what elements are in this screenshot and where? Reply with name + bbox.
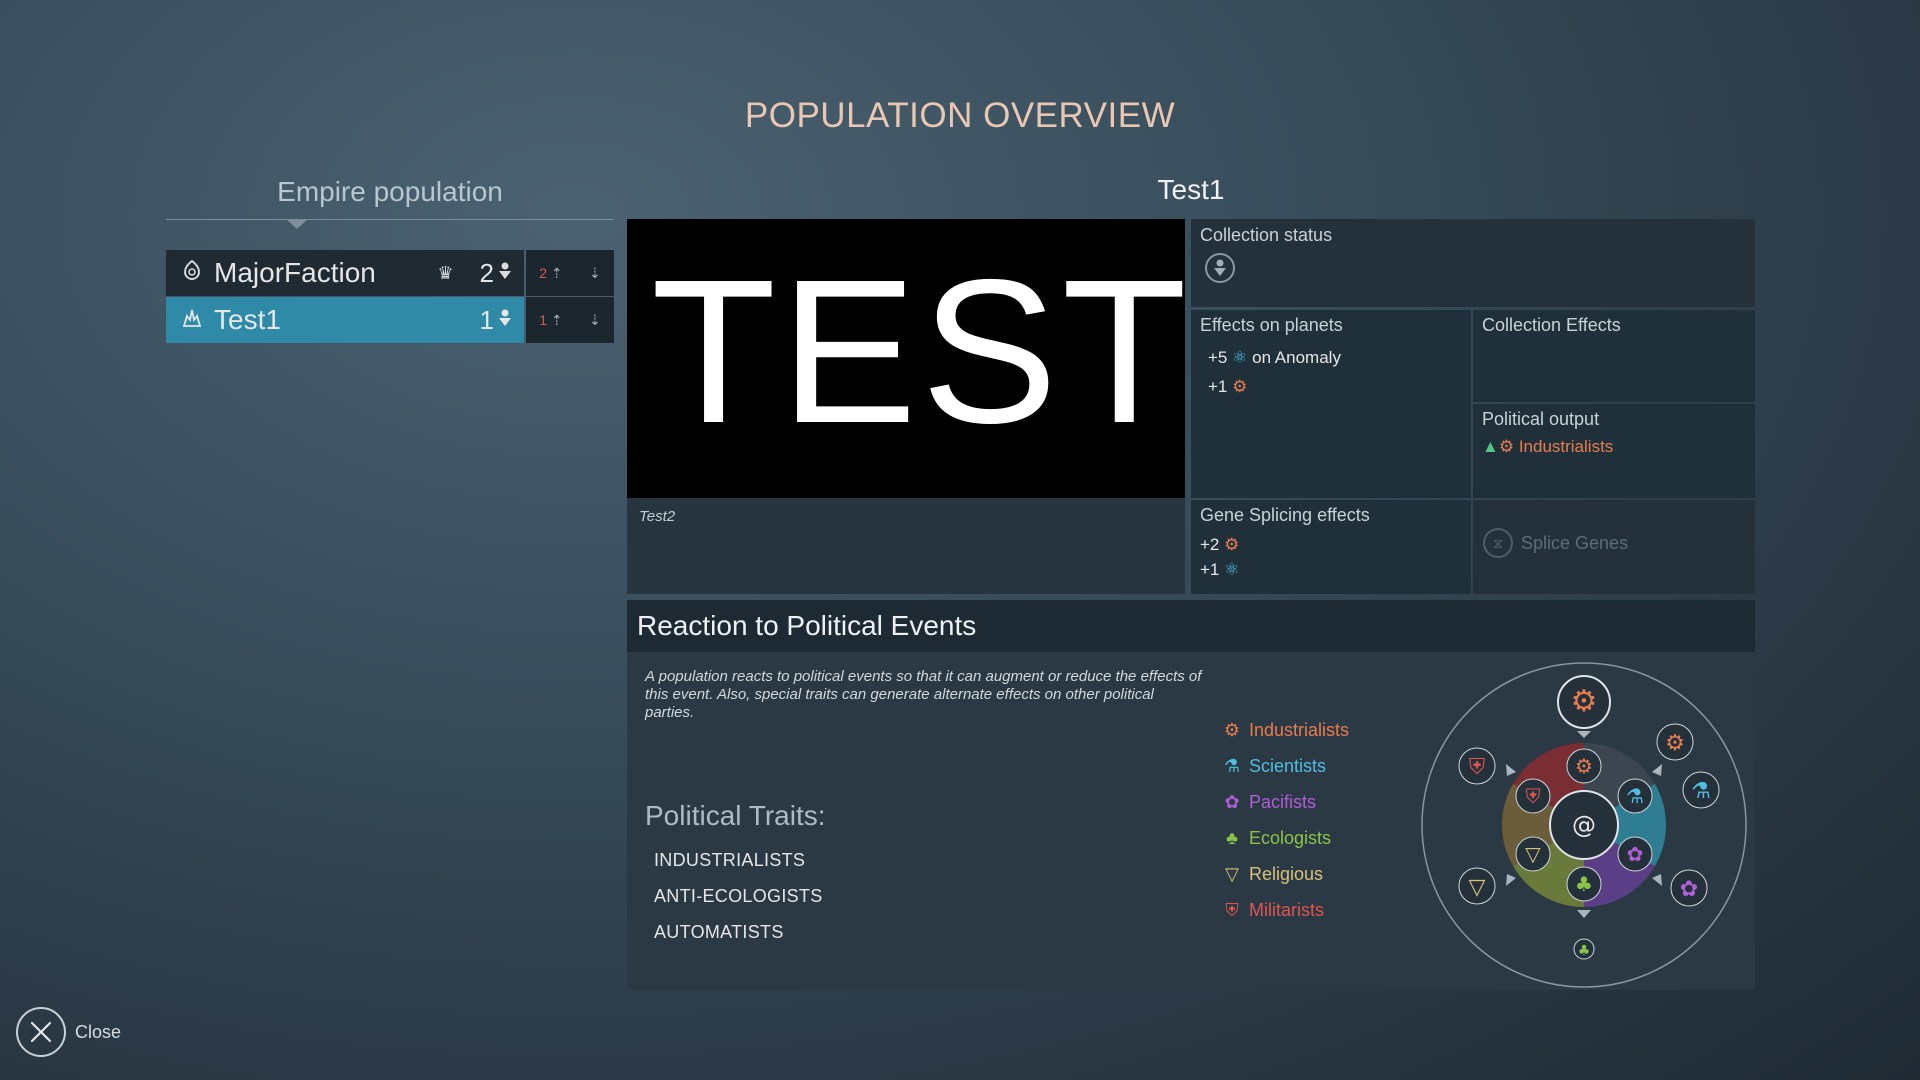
helmet-icon: ⛨	[1225, 900, 1239, 920]
side-stat[interactable]: 2 ⇡	[539, 265, 562, 282]
empire-title-divider	[166, 219, 614, 220]
gene-effect-industry: +2 ⚙	[1200, 535, 1240, 554]
outer-industrialists-major-icon: ⚙	[1571, 684, 1598, 719]
flask-icon: ⚗	[1223, 756, 1241, 776]
industry-icon: ⚙	[1224, 535, 1240, 554]
trait-item[interactable]: AUTOMATISTS	[654, 922, 784, 943]
faction-swirl-icon	[174, 259, 210, 287]
political-output-label: Political output	[1482, 409, 1600, 429]
center-spiral-icon: @	[1572, 811, 1596, 839]
wheel-pacifists-icon: ✿	[1627, 842, 1644, 866]
faction-flame-icon	[174, 306, 210, 334]
growth-icon: ⇡	[550, 264, 563, 281]
science-icon: ⚛	[1224, 560, 1240, 579]
close-label[interactable]: Close	[75, 1022, 121, 1043]
wheel-scientists-icon: ⚗	[1626, 784, 1644, 808]
gene-effect-science: +1 ⚛	[1200, 560, 1240, 579]
outer-militarists-icon: ⛨	[1469, 755, 1486, 780]
collection-status-icon[interactable]	[1205, 253, 1235, 283]
population-row-majorfaction[interactable]: MajorFaction ♛ 2 2 ⇡ ⇣	[166, 250, 614, 296]
reaction-body: A population reacts to political events …	[627, 652, 1755, 990]
effects-on-planets-label: Effects on planets	[1200, 315, 1343, 335]
gene-splicing-panel: Gene Splicing effects +2 ⚙ +1 ⚛	[1191, 500, 1471, 594]
gene-splicing-label: Gene Splicing effects	[1200, 505, 1370, 525]
outer-scientists-icon: ⚗	[1691, 779, 1711, 804]
industrialists-icon: ⚙	[1223, 720, 1241, 740]
population-description: Test2	[627, 498, 1185, 594]
flower-icon: ✿	[1224, 792, 1240, 812]
splice-genes-panel: ⧖ Splice Genes	[1473, 500, 1755, 594]
political-wheel: @ ⚙ ⚗ ✿ ♣ ▽ ⛨ ⚙ ⚙ ⚗ ✿ ⛨ ▽ ♣	[1421, 662, 1747, 988]
science-icon: ⚛	[1232, 348, 1248, 367]
collection-status-panel: Collection status	[1191, 219, 1755, 307]
legend-pacifists: ✿ Pacifists	[1221, 792, 1316, 813]
legend-industrialists: ⚙ Industrialists	[1221, 720, 1349, 741]
legend-ecologists: ♣ Ecologists	[1221, 828, 1331, 849]
portrait-text: TEST	[651, 237, 1185, 466]
outer-industrialists-icon: ⚙	[1665, 731, 1685, 756]
side-stat[interactable]: 1 ⇡	[539, 312, 562, 329]
close-icon	[30, 1021, 52, 1043]
industrialists-icon: ⚙	[1498, 437, 1515, 456]
political-output-value: ▲⚙ Industrialists	[1482, 437, 1614, 456]
reaction-header: Reaction to Political Events	[627, 600, 1755, 652]
wheel-industrialists-icon: ⚙	[1575, 754, 1593, 778]
outer-ecologists-icon: ♣	[1578, 943, 1591, 959]
selected-population-title: Test1	[1157, 174, 1225, 205]
collection-effects-panel: Collection Effects	[1473, 310, 1755, 402]
population-icon	[498, 309, 512, 332]
splice-genes-button[interactable]: ⧖ Splice Genes	[1483, 528, 1628, 558]
collection-status-label: Collection status	[1200, 225, 1333, 245]
wheel-religious-icon: ▽	[1525, 842, 1541, 866]
trait-item[interactable]: ANTI-ECOLOGISTS	[654, 886, 823, 907]
legend-militarists: ⛨ Militarists	[1221, 900, 1324, 921]
growth-icon: ⇡	[550, 311, 563, 328]
crown-icon: ♛	[437, 262, 454, 283]
description-text: Test2	[639, 508, 676, 525]
move-population-icon[interactable]: ⇣	[589, 312, 601, 329]
empire-population-title: Empire population	[277, 176, 503, 207]
population-row-test1[interactable]: Test1 1 1 ⇡ ⇣	[166, 297, 614, 343]
population-count: 2	[479, 257, 494, 288]
move-population-icon[interactable]: ⇣	[589, 265, 601, 282]
close-button[interactable]	[16, 1007, 66, 1057]
population-name: Test1	[214, 304, 281, 335]
outer-religious-icon: ▽	[1469, 875, 1486, 900]
planet-effect-industry: +1 ⚙	[1208, 377, 1248, 396]
legend-scientists: ⚗ Scientists	[1221, 756, 1326, 777]
legend-religious: ▽ Religious	[1221, 864, 1323, 885]
increase-arrow-icon: ▲	[1482, 437, 1499, 456]
planet-effect-anomaly: +5 ⚛ on Anomaly	[1208, 348, 1341, 367]
tree-icon: ♣	[1226, 828, 1238, 848]
political-traits-title: Political Traits:	[645, 800, 826, 831]
screen-title: POPULATION OVERVIEW	[744, 96, 1176, 135]
divider-caret	[286, 219, 308, 229]
wheel-ecologists-icon: ♣	[1575, 872, 1593, 896]
effects-on-planets-panel: Effects on planets +5 ⚛ on Anomaly +1 ⚙	[1191, 310, 1471, 498]
population-icon	[498, 262, 512, 285]
outer-pacifists-icon: ✿	[1680, 877, 1698, 902]
population-name: MajorFaction	[214, 257, 376, 288]
reaction-title: Reaction to Political Events	[637, 610, 977, 641]
triangle-icon: ▽	[1225, 864, 1239, 884]
wheel-militarists-icon: ⛨	[1526, 784, 1541, 808]
population-portrait: TEST	[627, 219, 1185, 498]
reaction-description: A population reacts to political events …	[645, 668, 1202, 721]
population-count: 1	[479, 304, 494, 335]
dna-icon: ⧖	[1483, 528, 1513, 558]
political-output-panel: Political output ▲⚙ Industrialists	[1473, 404, 1755, 498]
industry-icon: ⚙	[1232, 377, 1248, 396]
trait-item[interactable]: INDUSTRIALISTS	[654, 850, 805, 871]
collection-effects-label: Collection Effects	[1482, 315, 1621, 335]
